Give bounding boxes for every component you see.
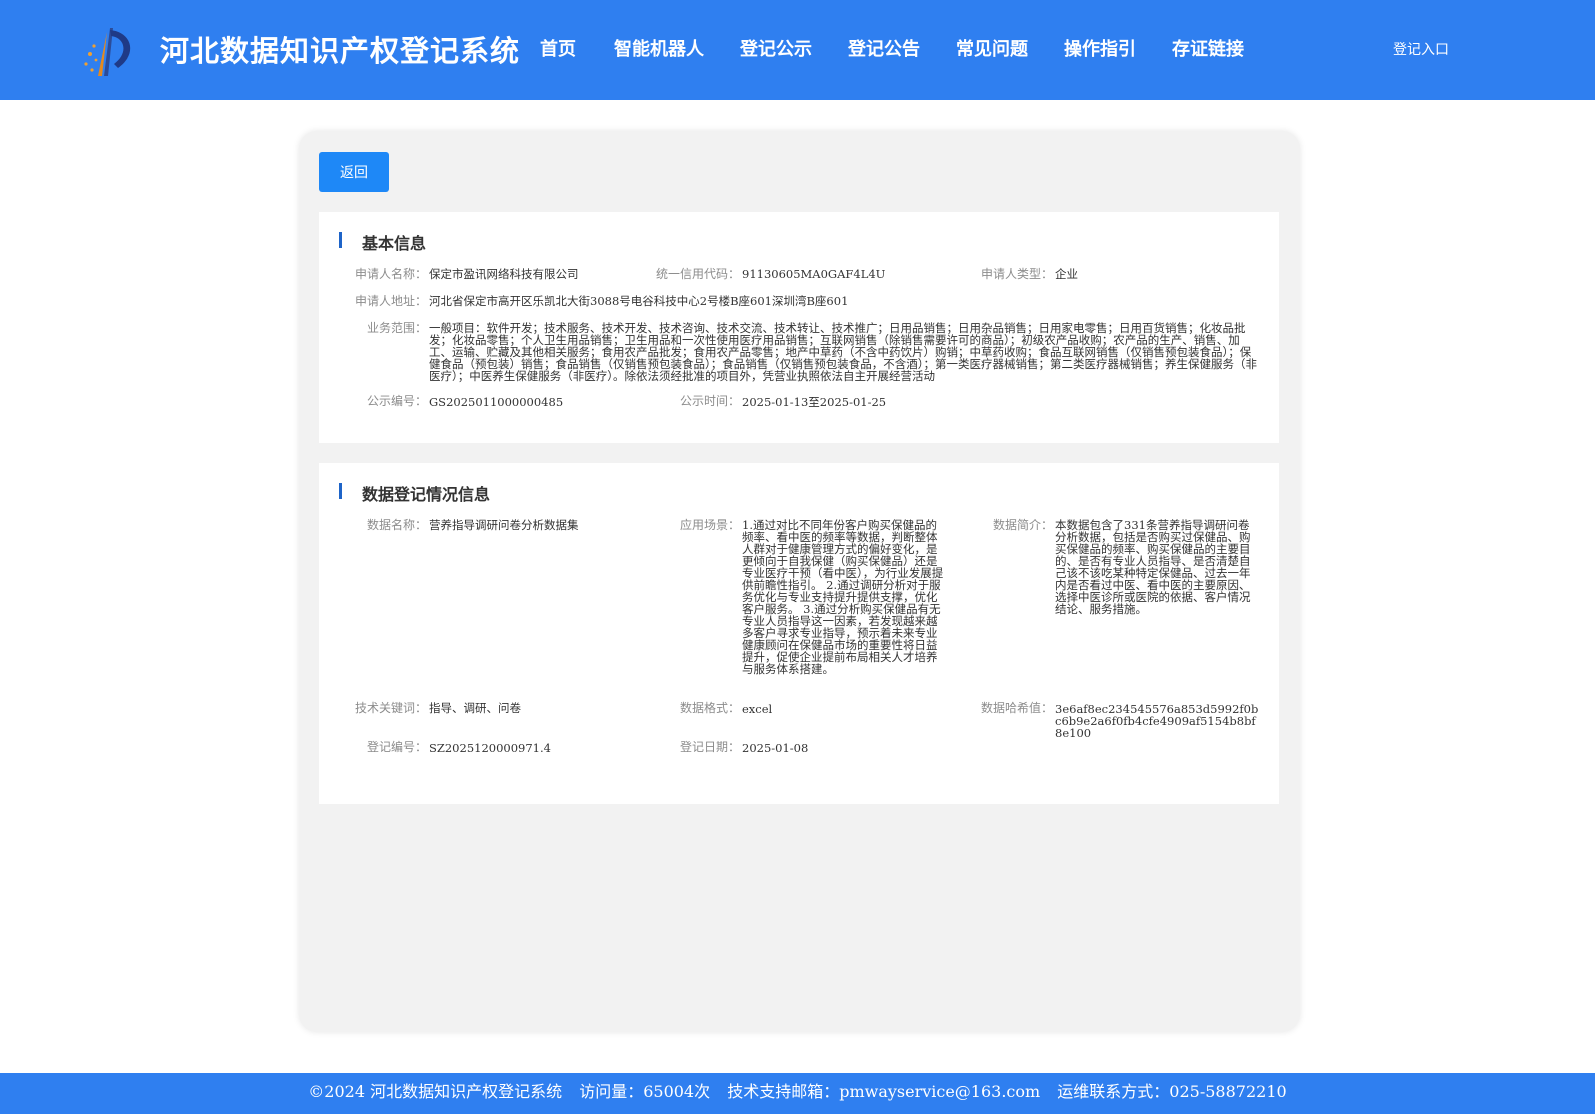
nav-robot[interactable]: 智能机器人: [614, 35, 704, 61]
nav-home[interactable]: 首页: [540, 35, 576, 61]
intro-label: 数据简介：: [992, 518, 1053, 532]
nav-faq[interactable]: 常见问题: [956, 35, 1028, 61]
nav-announcement[interactable]: 登记公告: [848, 35, 920, 61]
login-link[interactable]: 登记入口: [1393, 39, 1449, 59]
footer-email: 技术支持邮箱：pmwayservice@163.com: [727, 1082, 1041, 1101]
detail-panel: 返回 基本信息 申请人名称： 保定市盈讯网络科技有限公司 统一信用代码： 911…: [299, 131, 1300, 1032]
scene-value: 1.通过对比不同年份客户购买保健品的频率、看中医的频率等数据，判断整体人群对于健…: [742, 518, 944, 676]
reg-no-value: SZ2025120000971.4: [429, 741, 551, 755]
footer-copyright: ©2024 河北数据知识产权登记系统: [308, 1082, 563, 1101]
reg-no-label: 登记编号：: [366, 740, 427, 754]
footer-visits: 访问量：65004次: [579, 1082, 711, 1101]
address-label: 申请人地址：: [354, 294, 427, 308]
applicant-type-value: 企业: [1055, 267, 1078, 281]
scope-label: 业务范围：: [366, 321, 427, 335]
address-value: 河北省保定市高开区乐凯北大街3088号电谷科技中心2号楼B座601深圳湾B座60…: [429, 294, 849, 308]
nav-public-notice[interactable]: 登记公示: [740, 35, 812, 61]
section-marker: [339, 483, 342, 499]
credit-code-value: 91130605MA0GAF4L4U: [742, 267, 886, 281]
basic-info-card: 基本信息 申请人名称： 保定市盈讯网络科技有限公司 统一信用代码： 911306…: [319, 212, 1279, 443]
data-registration-card: 数据登记情况信息 数据名称： 营养指导调研问卷分析数据集 应用场景： 1.通过对…: [319, 463, 1279, 804]
footer-phone: 运维联系方式：025-58872210: [1057, 1082, 1287, 1101]
reg-date-label: 登记日期：: [679, 740, 740, 754]
section-title-data: 数据登记情况信息: [362, 485, 491, 504]
back-button[interactable]: 返回: [319, 152, 389, 192]
top-header: 河北数据知识产权登记系统 首页 智能机器人 登记公示 登记公告 常见问题 操作指…: [0, 0, 1595, 100]
section-marker: [339, 232, 342, 248]
applicant-name-value: 保定市盈讯网络科技有限公司: [429, 267, 579, 281]
notice-no-label: 公示编号：: [366, 394, 427, 408]
scene-label: 应用场景：: [679, 518, 740, 532]
format-label: 数据格式：: [679, 701, 740, 715]
intro-value: 本数据包含了331条营养指导调研问卷分析数据，包括是否购买过保健品、购买保健品的…: [1055, 518, 1251, 616]
section-title-basic: 基本信息: [362, 234, 427, 253]
nav-guide[interactable]: 操作指引: [1064, 35, 1136, 61]
scope-value: 一般项目：软件开发；技术服务、技术开发、技术咨询、技术交流、技术转让、技术推广；…: [429, 321, 1257, 383]
hash-value: 3e6af8ec234545576a853d5992f0bc6b9e2a6f0f…: [1055, 702, 1259, 740]
format-value: excel: [742, 702, 773, 716]
site-footer: ©2024 河北数据知识产权登记系统 访问量：65004次 技术支持邮箱：pmw…: [0, 1073, 1595, 1114]
reg-date-value: 2025-01-08: [742, 741, 809, 755]
nav-evidence-link[interactable]: 存证链接: [1172, 35, 1244, 61]
notice-time-label: 公示时间：: [679, 394, 740, 408]
site-title: 河北数据知识产权登记系统: [160, 34, 521, 68]
notice-no-value: GS2025011000000485: [429, 395, 564, 409]
data-name-value: 营养指导调研问卷分析数据集: [429, 518, 579, 532]
credit-code-label: 统一信用代码：: [655, 267, 740, 281]
hash-label: 数据哈希值：: [980, 701, 1053, 715]
keywords-value: 指导、调研、问卷: [429, 701, 521, 715]
site-logo: [84, 28, 131, 76]
applicant-type-label: 申请人类型：: [980, 267, 1053, 281]
applicant-name-label: 申请人名称：: [354, 267, 427, 281]
data-name-label: 数据名称：: [366, 518, 427, 532]
notice-time-value: 2025-01-13至2025-01-25: [742, 395, 887, 409]
keywords-label: 技术关键词：: [354, 701, 427, 715]
